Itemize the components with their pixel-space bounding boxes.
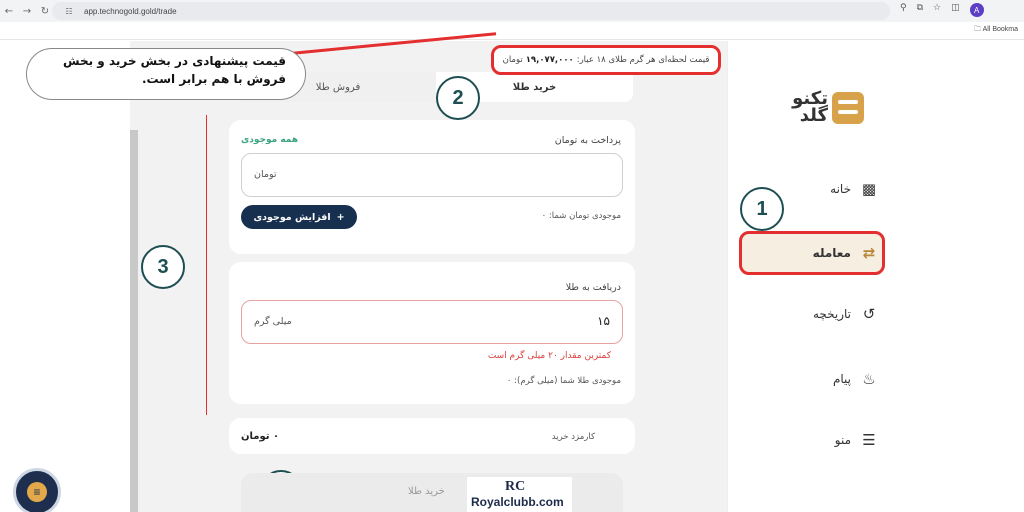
pay-card-title: پرداخت به تومان [554, 135, 621, 146]
fee-card: کارمزد خرید ۰ تومان [229, 418, 635, 454]
logo-text: تکنو گلد [792, 88, 828, 126]
toman-input[interactable]: تومان [241, 153, 623, 197]
annotation-bracket-line [206, 115, 207, 415]
annotation-text: قیمت پیشنهادی در بخش خرید و بخش فروش با … [63, 54, 286, 86]
gold-input-unit: میلی گرم [254, 316, 292, 327]
gold-min-error: کمترین مقدار ۲۰ میلی گرم است [487, 351, 611, 361]
all-bookmarks-link[interactable]: 🗀 All Bookma [974, 25, 1018, 36]
gold-input-value: ۱۵ [597, 314, 610, 328]
browser-actions: ⚲ ⧉ ☆ ◫ A [900, 3, 984, 17]
back-icon[interactable]: ← [0, 6, 18, 17]
profile-avatar[interactable]: A [969, 3, 984, 17]
sidebar-item-menu[interactable]: ☰ منو [759, 425, 879, 455]
watermark-text: Royalclubb.com [471, 495, 564, 509]
callout-1: 1 [740, 187, 784, 231]
gold-amount-input[interactable]: میلی گرم ۱۵ [241, 300, 623, 344]
chat-support-button[interactable]: ≡ [13, 468, 61, 512]
callout-3: 3 [141, 245, 185, 289]
fee-label: کارمزد خرید [551, 432, 595, 442]
site-info-icon[interactable]: ☷ [60, 7, 78, 16]
watermark: RC Royalclubb.com [467, 477, 572, 512]
live-price-box: قیمت لحظه‌ای هر گرم طلای ۱۸ عیار: ۱۹,۰۷۷… [491, 45, 721, 75]
url-text: app.technogold.gold/trade [84, 6, 177, 16]
sidebar-item-trade[interactable]: ⇄ معامله [759, 238, 879, 268]
history-icon: ↺ [862, 305, 876, 323]
share-icon[interactable]: ⧉ [917, 3, 923, 17]
price-unit: تومان [502, 55, 523, 65]
bell-icon: ♨ [862, 370, 876, 388]
wallet-icon: ▩ [861, 180, 877, 198]
forward-icon[interactable]: → [18, 6, 36, 17]
browser-toolbar: ← → ↻ ☷ app.technogold.gold/trade ⚲ ⧉ ☆ … [0, 0, 1024, 22]
buy-gold-submit-label: خرید طلا [408, 486, 445, 497]
price-label: قیمت لحظه‌ای هر گرم طلای ۱۸ عیار: [576, 55, 710, 65]
exchange-icon: ⇄ [862, 244, 876, 262]
chat-icon: ≡ [27, 482, 47, 502]
plus-icon: + [336, 211, 345, 223]
sidebar-item-history[interactable]: ↺ تاریخچه [759, 299, 879, 329]
address-bar[interactable]: ☷ app.technogold.gold/trade [52, 2, 890, 20]
brand-logo[interactable]: تکنو گلد [770, 88, 870, 138]
all-balance-link[interactable]: همه موجودی [241, 135, 298, 145]
pay-toman-card: پرداخت به تومان همه موجودی تومان + افزای… [229, 120, 635, 254]
gold-balance-text: موجودی طلا شما (میلی گرم): ۰ [506, 376, 621, 386]
fee-value: ۰ تومان [241, 431, 280, 442]
extensions-icon[interactable]: ◫ [951, 3, 960, 17]
callout-2: 2 [436, 76, 480, 120]
toman-input-placeholder: تومان [254, 169, 277, 180]
logo-mark-icon [832, 92, 864, 124]
scrollbar[interactable] [130, 130, 138, 512]
menu-icon: ☰ [862, 431, 876, 449]
toman-balance-text: موجودی تومان شما: ۰ [541, 211, 621, 221]
watermark-logo: RC [505, 479, 526, 494]
bookmarks-bar: 🗀 All Bookma [0, 22, 1024, 40]
increase-balance-button[interactable]: + افزایش موجودی [241, 205, 357, 229]
receive-gold-card: دریافت به طلا میلی گرم ۱۵ کمترین مقدار ۲… [229, 262, 635, 404]
star-icon[interactable]: ☆ [933, 3, 941, 17]
zoom-icon[interactable]: ⚲ [900, 3, 907, 17]
sidebar-item-messages[interactable]: ♨ پیام [759, 364, 879, 394]
receive-card-title: دریافت به طلا [565, 282, 621, 293]
price-value: ۱۹,۰۷۷,۰۰۰ [525, 55, 574, 65]
